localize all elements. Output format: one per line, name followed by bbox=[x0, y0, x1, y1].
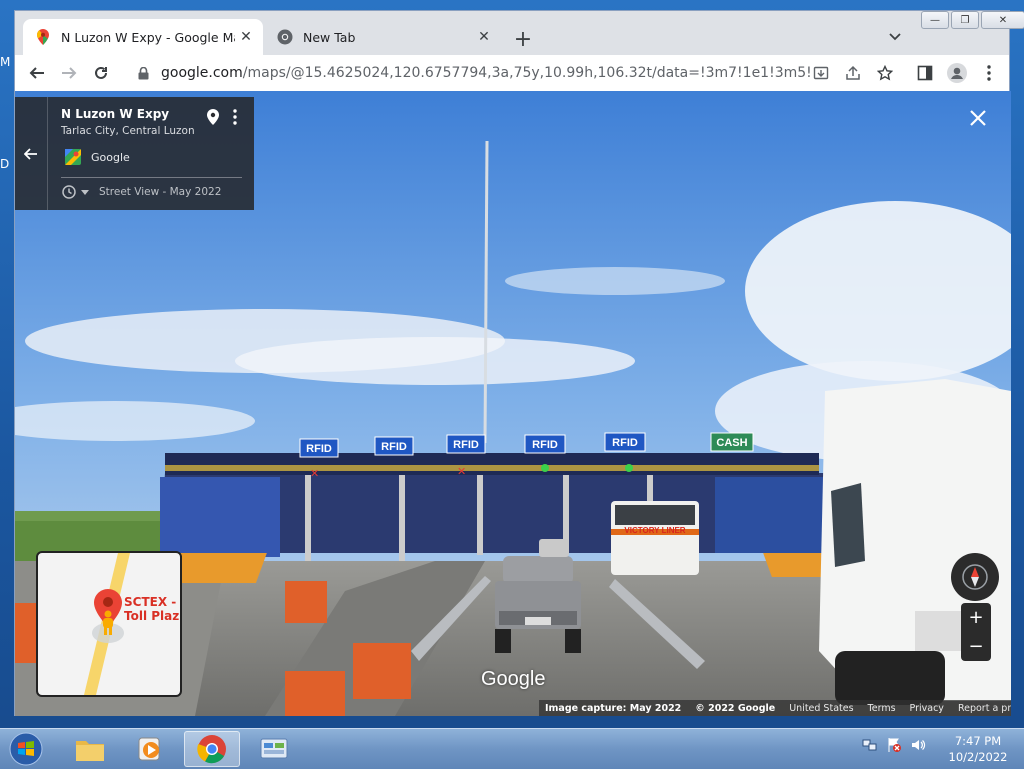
booth-sign-3: RFID bbox=[453, 439, 479, 451]
taskbar-clock[interactable]: 7:47 PM 10/2/2022 bbox=[942, 733, 1014, 765]
desktop-label-d: D bbox=[0, 157, 10, 171]
reload-icon[interactable] bbox=[89, 61, 113, 85]
tab-new-tab[interactable]: New Tab ✕ bbox=[265, 19, 501, 55]
side-panel-icon[interactable] bbox=[913, 61, 937, 85]
media-player-icon bbox=[138, 737, 160, 761]
maximize-button[interactable]: ❐ bbox=[951, 11, 979, 29]
taskbar-chrome[interactable] bbox=[184, 731, 240, 767]
image-capture-date: Image capture: May 2022 bbox=[545, 702, 682, 714]
card-divider bbox=[61, 177, 242, 178]
pegman-icon bbox=[103, 610, 113, 635]
chrome-logo-icon bbox=[197, 735, 226, 764]
folder-icon bbox=[76, 741, 104, 761]
network-icon[interactable] bbox=[862, 737, 878, 753]
tab-google-maps[interactable]: N Luzon W Expy - Google Maps ✕ bbox=[23, 19, 263, 55]
street-view-panorama[interactable]: RFID RFID RFID RFID RFID CASH ✕ ✕ VICTOR… bbox=[15, 91, 1011, 716]
share-icon[interactable] bbox=[841, 61, 865, 85]
new-tab-button[interactable]: + bbox=[509, 25, 537, 53]
booth-sign-1: RFID bbox=[306, 443, 332, 455]
volume-icon[interactable] bbox=[910, 737, 926, 753]
clock-date: 10/2/2022 bbox=[948, 750, 1008, 764]
booth-sign-2: RFID bbox=[381, 441, 407, 453]
windows-logo-icon bbox=[9, 732, 43, 766]
time-travel-control[interactable]: Street View - May 2022 bbox=[61, 184, 221, 200]
more-options-icon[interactable] bbox=[233, 109, 237, 129]
address-bar[interactable]: google.com/maps/@15.4625024,120.6757794,… bbox=[125, 59, 811, 87]
url-path: /maps/@15.4625024,120.6757794,3a,75y,10.… bbox=[242, 65, 811, 81]
windows-taskbar: 7:47 PM 10/2/2022 bbox=[0, 728, 1024, 769]
svg-text:✕: ✕ bbox=[310, 467, 319, 480]
close-icon bbox=[970, 110, 986, 126]
bookmark-star-icon[interactable] bbox=[873, 61, 897, 85]
capture-date-label: Street View - May 2022 bbox=[99, 186, 222, 198]
compass-control[interactable] bbox=[951, 553, 999, 601]
history-clock-icon bbox=[62, 185, 76, 199]
google-maps-logo-icon bbox=[65, 149, 81, 165]
place-region: Tarlac City, Central Luzon bbox=[61, 125, 195, 137]
control-panel-icon bbox=[260, 738, 288, 759]
tab-close-icon[interactable]: ✕ bbox=[473, 26, 495, 48]
desktop-icon-labels: M D bbox=[0, 55, 14, 259]
close-street-view-button[interactable] bbox=[965, 105, 991, 131]
tab-strip: N Luzon W Expy - Google Maps ✕ New Tab ✕… bbox=[15, 11, 1024, 55]
action-center-flag-icon[interactable] bbox=[886, 737, 902, 753]
tab-title: New Tab bbox=[303, 29, 356, 45]
report-problem-link[interactable]: Report a problem bbox=[958, 703, 1011, 714]
close-window-button[interactable]: ✕ bbox=[981, 11, 1024, 29]
google-maps-pin-icon bbox=[35, 29, 51, 45]
chrome-icon bbox=[277, 29, 293, 45]
dropdown-caret-icon bbox=[81, 189, 89, 195]
booth-sign-4: RFID bbox=[532, 439, 558, 451]
zoom-in-button[interactable]: + bbox=[961, 603, 991, 632]
mini-map-place-label: SCTEX - Toll Plaz bbox=[124, 595, 179, 623]
back-arrow-icon[interactable] bbox=[15, 97, 48, 210]
window-controls: — ❐ ✕ bbox=[919, 11, 1024, 29]
mini-map-label-line1: SCTEX - bbox=[124, 595, 177, 609]
zoom-out-button[interactable]: − bbox=[961, 632, 991, 661]
url-host: google.com bbox=[161, 65, 243, 81]
minimize-button[interactable]: — bbox=[921, 11, 949, 29]
clock-time: 7:47 PM bbox=[954, 734, 1002, 748]
forward-arrow-icon[interactable] bbox=[57, 61, 81, 85]
terms-link[interactable]: Terms bbox=[868, 703, 896, 714]
copyright-text: © 2022 Google bbox=[695, 702, 776, 714]
svg-text:✕: ✕ bbox=[457, 465, 466, 478]
zoom-controls: + − bbox=[961, 603, 991, 661]
place-name: N Luzon W Expy bbox=[61, 107, 170, 121]
lock-icon[interactable] bbox=[133, 66, 153, 80]
country-link[interactable]: United States bbox=[789, 703, 853, 714]
privacy-link[interactable]: Privacy bbox=[910, 703, 944, 714]
taskbar-control-panel[interactable] bbox=[246, 731, 302, 767]
back-arrow-icon[interactable] bbox=[25, 61, 49, 85]
desktop-label-m: M bbox=[0, 55, 11, 69]
tab-search-chevron-icon[interactable] bbox=[885, 27, 905, 47]
start-button[interactable] bbox=[4, 731, 48, 767]
bus: VICTORY LINER bbox=[611, 501, 699, 575]
booth-sign-5: RFID bbox=[612, 437, 638, 449]
browser-toolbar: google.com/maps/@15.4625024,120.6757794,… bbox=[15, 55, 1009, 92]
source-name: Google bbox=[91, 150, 130, 164]
mini-map[interactable]: SCTEX - Toll Plaz bbox=[36, 551, 182, 697]
url-text: google.com/maps/@15.4625024,120.6757794,… bbox=[161, 65, 811, 81]
system-tray bbox=[862, 737, 926, 753]
location-info-card: N Luzon W Expy Tarlac City, Central Luzo… bbox=[15, 97, 254, 210]
browser-window: N Luzon W Expy - Google Maps ✕ New Tab ✕… bbox=[14, 10, 1024, 716]
tab-close-icon[interactable]: ✕ bbox=[235, 26, 257, 48]
taskbar-media-player[interactable] bbox=[122, 731, 178, 767]
image-source[interactable]: Google bbox=[65, 149, 130, 165]
tab-title: N Luzon W Expy - Google Maps bbox=[61, 29, 235, 45]
compass-icon bbox=[962, 564, 988, 590]
bus-operator-sign: VICTORY LINER bbox=[624, 526, 685, 535]
chrome-menu-icon[interactable] bbox=[977, 61, 1001, 85]
google-watermark-logo: Google bbox=[481, 668, 546, 690]
attribution-bar: Image capture: May 2022 © 2022 Google Un… bbox=[539, 700, 1011, 716]
install-app-icon[interactable] bbox=[809, 61, 833, 85]
booth-sign-cash: CASH bbox=[716, 437, 747, 449]
profile-avatar-icon[interactable] bbox=[945, 61, 969, 85]
map-pin-icon[interactable] bbox=[207, 109, 219, 129]
mini-map-label-line2: Toll Plaz bbox=[124, 609, 180, 623]
taskbar-file-explorer[interactable] bbox=[62, 731, 118, 767]
